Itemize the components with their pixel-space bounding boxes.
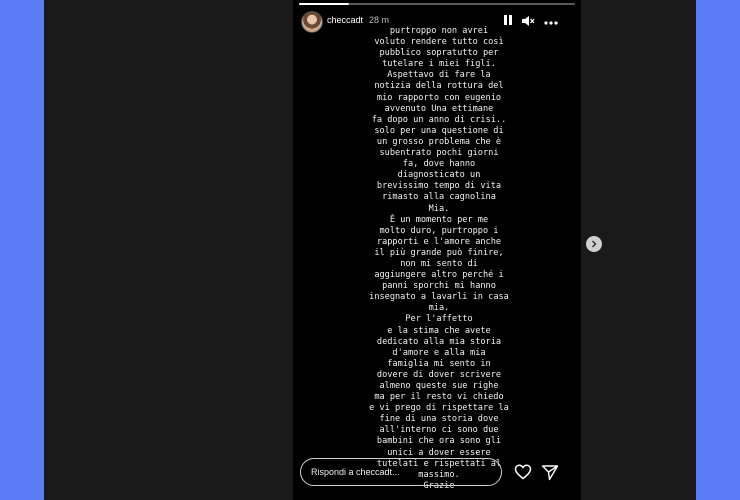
story-progress-bar [299,3,575,5]
pause-icon[interactable] [502,14,514,26]
story-card[interactable]: checcadt 28 m purtroppo non avrei voluto… [293,0,581,500]
heart-icon[interactable] [514,463,532,481]
username[interactable]: checcadt [327,15,363,25]
story-progress-fill [299,3,349,5]
send-icon[interactable] [541,463,559,481]
avatar[interactable] [301,11,323,33]
story-text: purtroppo non avrei voluto rendere tutto… [369,26,509,491]
next-story-button[interactable] [586,236,602,252]
post-time: 28 m [369,15,390,25]
chevron-right-icon [591,240,597,248]
speaker-muted-icon[interactable] [521,13,535,27]
more-dots-icon[interactable] [543,14,559,26]
reply-input[interactable] [300,458,502,486]
